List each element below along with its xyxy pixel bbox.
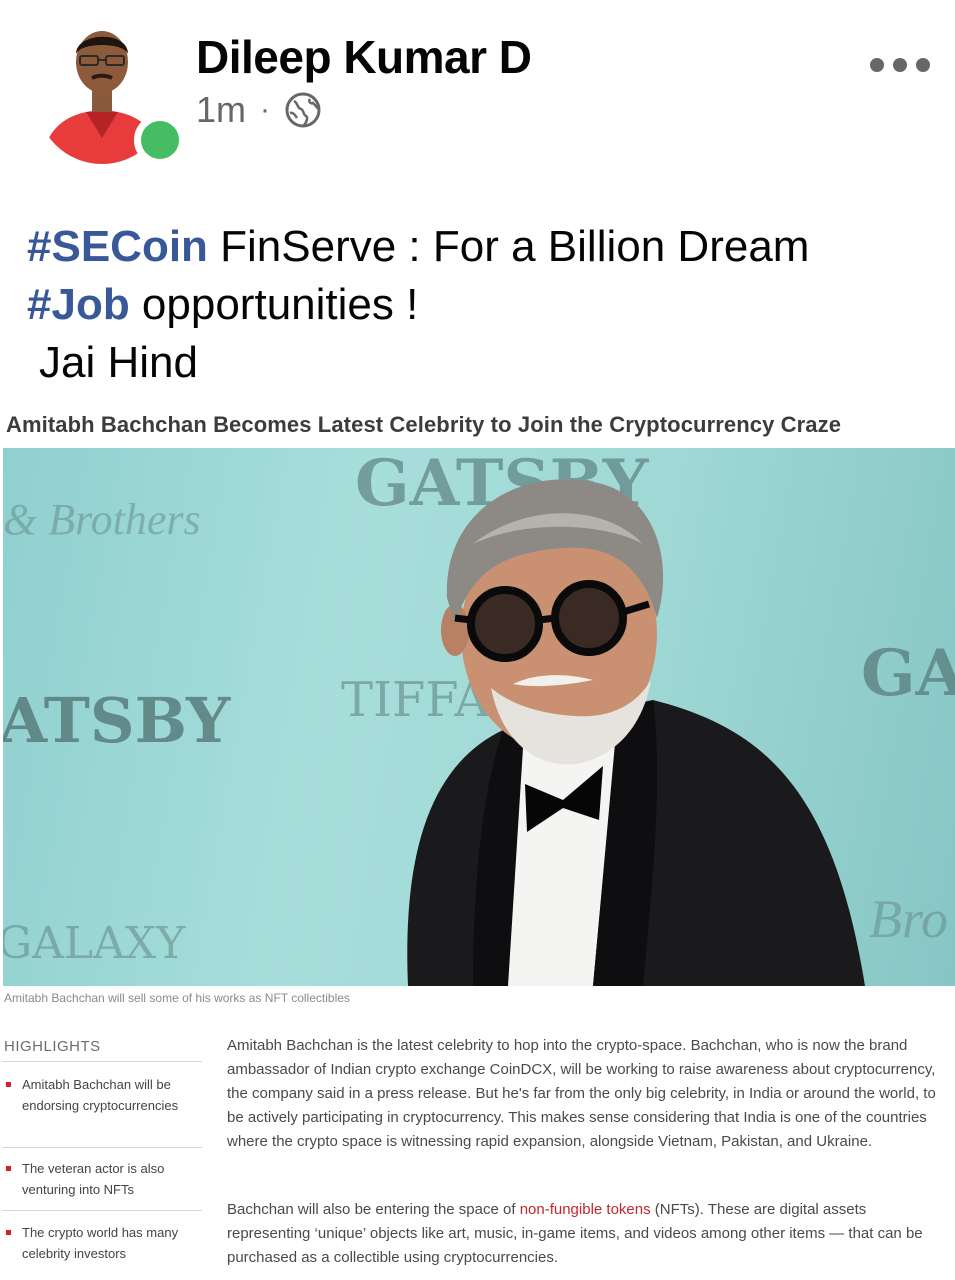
paragraph-text: Bachchan will also be entering the space… bbox=[227, 1201, 520, 1218]
hashtag-job[interactable]: #Job bbox=[27, 280, 130, 329]
article-paragraph: Bachchan will also be entering the space… bbox=[227, 1198, 953, 1270]
hashtag-secoin[interactable]: #SECoin bbox=[27, 222, 208, 271]
highlight-item: The veteran actor is also venturing into… bbox=[6, 1158, 200, 1200]
highlights-divider bbox=[2, 1147, 202, 1148]
more-dot bbox=[893, 58, 907, 72]
post-line-2: #Job opportunities ! bbox=[27, 276, 947, 334]
author-name[interactable]: Dileep Kumar D bbox=[196, 30, 532, 84]
article-photo: GATSBY & Brothers ATSBY TIFFA GA GALAXY … bbox=[3, 448, 955, 986]
post-text: #SECoin FinServe : For a Billion Dream #… bbox=[27, 218, 947, 392]
highlights-title: HIGHLIGHTS bbox=[4, 1038, 101, 1055]
highlights-divider bbox=[2, 1210, 202, 1211]
photo-caption: Amitabh Bachchan will sell some of his w… bbox=[4, 991, 350, 1005]
post-line-2-text: opportunities ! bbox=[129, 280, 419, 329]
highlight-item: The crypto world has many celebrity inve… bbox=[6, 1222, 200, 1264]
post-meta: 1m · bbox=[196, 88, 322, 132]
meta-separator: · bbox=[260, 93, 271, 126]
globe-icon[interactable] bbox=[284, 91, 322, 129]
article-paragraph: Amitabh Bachchan is the latest celebrity… bbox=[227, 1037, 936, 1150]
more-dot bbox=[870, 58, 884, 72]
post-line-1: #SECoin FinServe : For a Billion Dream bbox=[27, 218, 947, 276]
post-timestamp[interactable]: 1m bbox=[196, 89, 246, 131]
article-headline: Amitabh Bachchan Becomes Latest Celebrit… bbox=[6, 412, 842, 437]
highlights-divider bbox=[2, 1061, 202, 1062]
post-line-3: Jai Hind bbox=[39, 338, 198, 387]
nft-link[interactable]: non-fungible tokens bbox=[520, 1201, 651, 1218]
post-line-1-text: FinServe : For a Billion Dream bbox=[207, 222, 810, 271]
person-illustration bbox=[407, 479, 865, 986]
highlight-item: Amitabh Bachchan will be endorsing crypt… bbox=[6, 1074, 200, 1116]
more-options-icon[interactable] bbox=[870, 50, 930, 80]
shared-article-image[interactable]: Amitabh Bachchan Becomes Latest Celebrit… bbox=[0, 400, 955, 1280]
more-dot bbox=[916, 58, 930, 72]
online-status-indicator bbox=[134, 114, 186, 166]
